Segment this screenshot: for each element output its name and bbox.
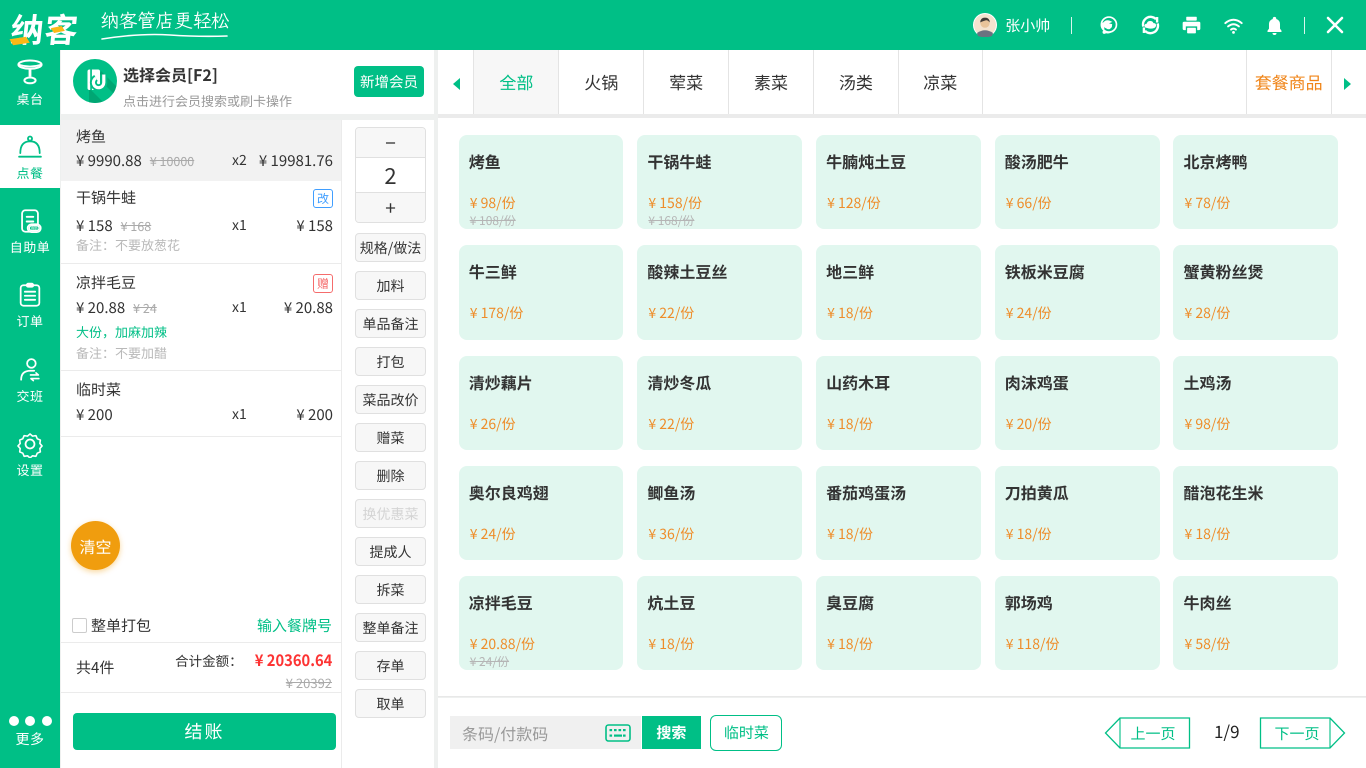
svg-text:上一页: 上一页	[1130, 723, 1175, 744]
svg-text:下一页: 下一页	[1274, 723, 1319, 744]
svg-text:自助: 自助	[31, 226, 38, 231]
